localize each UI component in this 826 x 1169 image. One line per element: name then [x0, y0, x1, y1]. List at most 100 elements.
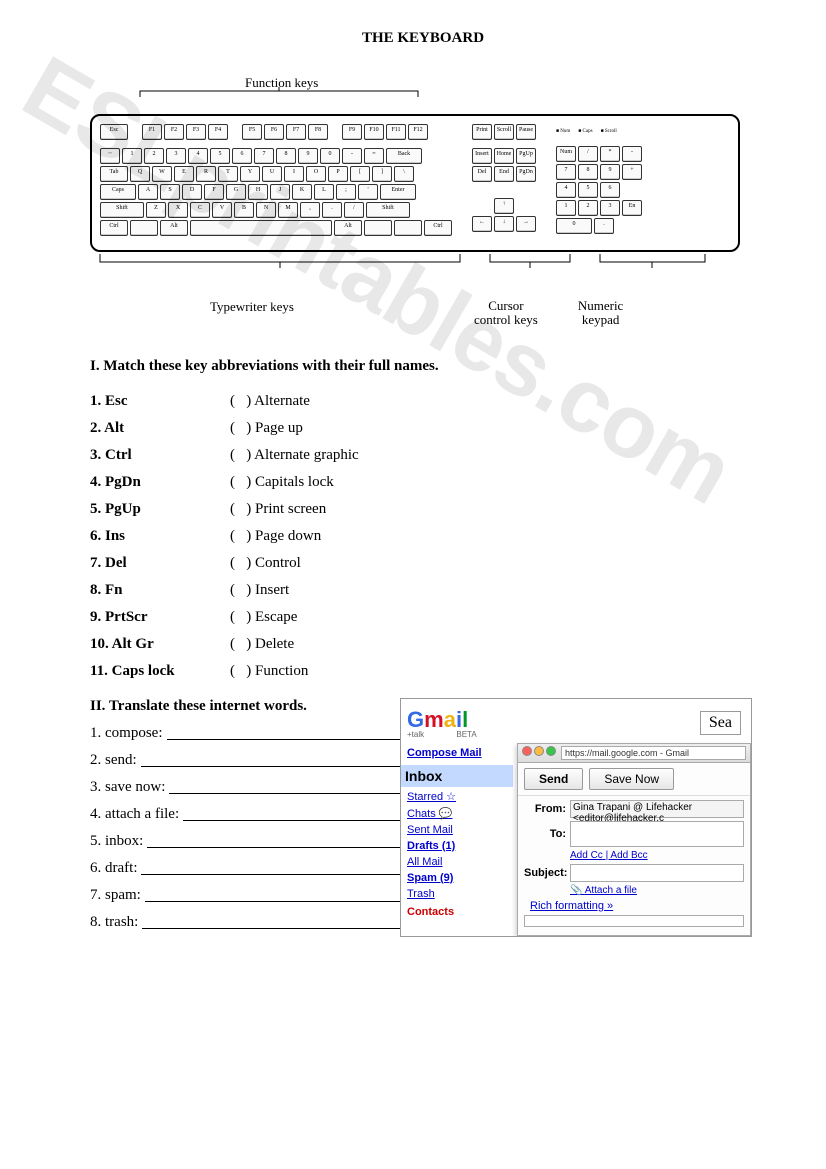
- key: F2: [164, 124, 184, 140]
- key: Q: [130, 166, 150, 182]
- blank-line[interactable]: [183, 806, 400, 821]
- key: =: [364, 148, 384, 164]
- key: [130, 220, 158, 236]
- key: 2: [578, 200, 598, 216]
- key: 4: [556, 182, 576, 198]
- blank-line[interactable]: [142, 914, 400, 929]
- key: Esc: [100, 124, 128, 140]
- key: F10: [364, 124, 384, 140]
- gmail-logo: Gmail: [407, 707, 468, 732]
- gmail-inbox[interactable]: Inbox: [401, 765, 513, 787]
- page-title: THE KEYBOARD: [90, 30, 756, 47]
- match-list: 1. Esc( ) Alternate2. Alt( ) Page up3. C…: [90, 393, 756, 680]
- translate-row: 3. save now:: [90, 779, 400, 796]
- key: O: [306, 166, 326, 182]
- gmail-search[interactable]: Sea: [700, 711, 741, 735]
- gmail-nav-item[interactable]: Sent Mail: [407, 824, 507, 836]
- key: 0: [556, 218, 592, 234]
- key: En: [622, 200, 642, 216]
- from-field[interactable]: Gina Trapani @ Lifehacker <editor@lifeha…: [570, 800, 744, 818]
- key: -: [342, 148, 362, 164]
- window-controls[interactable]: [522, 746, 558, 759]
- match-abbr: 11. Caps lock: [90, 663, 230, 680]
- match-row: 6. Ins( ) Page down: [90, 528, 756, 545]
- gmail-contacts[interactable]: Contacts: [407, 906, 507, 918]
- match-row: 1. Esc( ) Alternate: [90, 393, 756, 410]
- body-field[interactable]: [524, 915, 744, 927]
- translate-row: 8. trash:: [90, 914, 400, 931]
- match-abbr: 4. PgDn: [90, 474, 230, 491]
- translate-label: 3. save now:: [90, 779, 165, 796]
- bracket-top: [90, 87, 740, 99]
- key: Z: [146, 202, 166, 218]
- gmail-nav-item[interactable]: Trash: [407, 888, 507, 900]
- match-row: 11. Caps lock( ) Function: [90, 663, 756, 680]
- key: PgUp: [516, 148, 536, 164]
- gmail-nav-item[interactable]: Drafts (1): [407, 840, 507, 852]
- attach-link[interactable]: 📎 Attach a file: [570, 885, 744, 896]
- send-button[interactable]: Send: [524, 768, 583, 790]
- key: Insert: [472, 148, 492, 164]
- key: W: [152, 166, 172, 182]
- key: R: [196, 166, 216, 182]
- save-now-button[interactable]: Save Now: [589, 768, 674, 790]
- blank-line[interactable]: [169, 779, 400, 794]
- keyboard-nav: PrintScrollPause InsertHomePgUp DelEndPg…: [472, 124, 536, 238]
- key: 5: [578, 182, 598, 198]
- add-cc-bcc[interactable]: Add Cc | Add Bcc: [570, 850, 744, 861]
- gmail-nav-item[interactable]: Spam (9): [407, 872, 507, 884]
- key: Tab: [100, 166, 128, 182]
- gmail-nav-item[interactable]: All Mail: [407, 856, 507, 868]
- bracket-bottom: [90, 252, 740, 270]
- match-row: 4. PgDn( ) Capitals lock: [90, 474, 756, 491]
- key: Del: [472, 166, 492, 182]
- key: Alt: [160, 220, 188, 236]
- keyboard-diagram: Function keys EscF1F2F3F4F5F6F7F8F9F10F1…: [90, 87, 740, 328]
- gmail-nav-item[interactable]: Chats 💬: [407, 807, 507, 820]
- key: D: [182, 184, 202, 200]
- match-full: ( ) Capitals lock: [230, 474, 334, 491]
- translate-label: 6. draft:: [90, 860, 137, 877]
- match-full: ( ) Page down: [230, 528, 321, 545]
- key: Ctrl: [100, 220, 128, 236]
- gmail-compose-link[interactable]: Compose Mail: [407, 747, 507, 759]
- key: B: [234, 202, 254, 218]
- match-full: ( ) Function: [230, 663, 308, 680]
- key: 0: [320, 148, 340, 164]
- key: M: [278, 202, 298, 218]
- match-abbr: 10. Alt Gr: [90, 636, 230, 653]
- key: F7: [286, 124, 306, 140]
- key: Print: [472, 124, 492, 140]
- key: 6: [600, 182, 620, 198]
- key: G: [226, 184, 246, 200]
- blank-line[interactable]: [141, 860, 400, 875]
- to-field[interactable]: [570, 821, 744, 847]
- address-bar[interactable]: https://mail.google.com - Gmail: [561, 746, 746, 760]
- rich-formatting[interactable]: Rich formatting »: [530, 900, 613, 912]
- to-label: To:: [524, 828, 566, 840]
- key: ~: [100, 148, 120, 164]
- blank-line[interactable]: [145, 887, 400, 902]
- blank-line[interactable]: [167, 725, 401, 740]
- match-row: 8. Fn( ) Insert: [90, 582, 756, 599]
- key: ;: [336, 184, 356, 200]
- from-label: From:: [524, 803, 566, 815]
- key: /: [344, 202, 364, 218]
- key: Y: [240, 166, 260, 182]
- match-full: ( ) Page up: [230, 420, 303, 437]
- gmail-beta: BETA: [456, 730, 476, 739]
- subject-field[interactable]: [570, 864, 744, 882]
- subject-label: Subject:: [524, 867, 566, 879]
- key: *: [600, 146, 620, 162]
- key: F6: [264, 124, 284, 140]
- key: .: [594, 218, 614, 234]
- match-abbr: 1. Esc: [90, 393, 230, 410]
- blank-line[interactable]: [147, 833, 400, 848]
- match-full: ( ) Insert: [230, 582, 289, 599]
- translate-row: 1. compose:: [90, 725, 400, 742]
- gmail-nav-item[interactable]: Starred ☆: [407, 790, 507, 803]
- key: J: [270, 184, 290, 200]
- key: Shift: [366, 202, 410, 218]
- blank-line[interactable]: [141, 752, 400, 767]
- match-full: ( ) Print screen: [230, 501, 326, 518]
